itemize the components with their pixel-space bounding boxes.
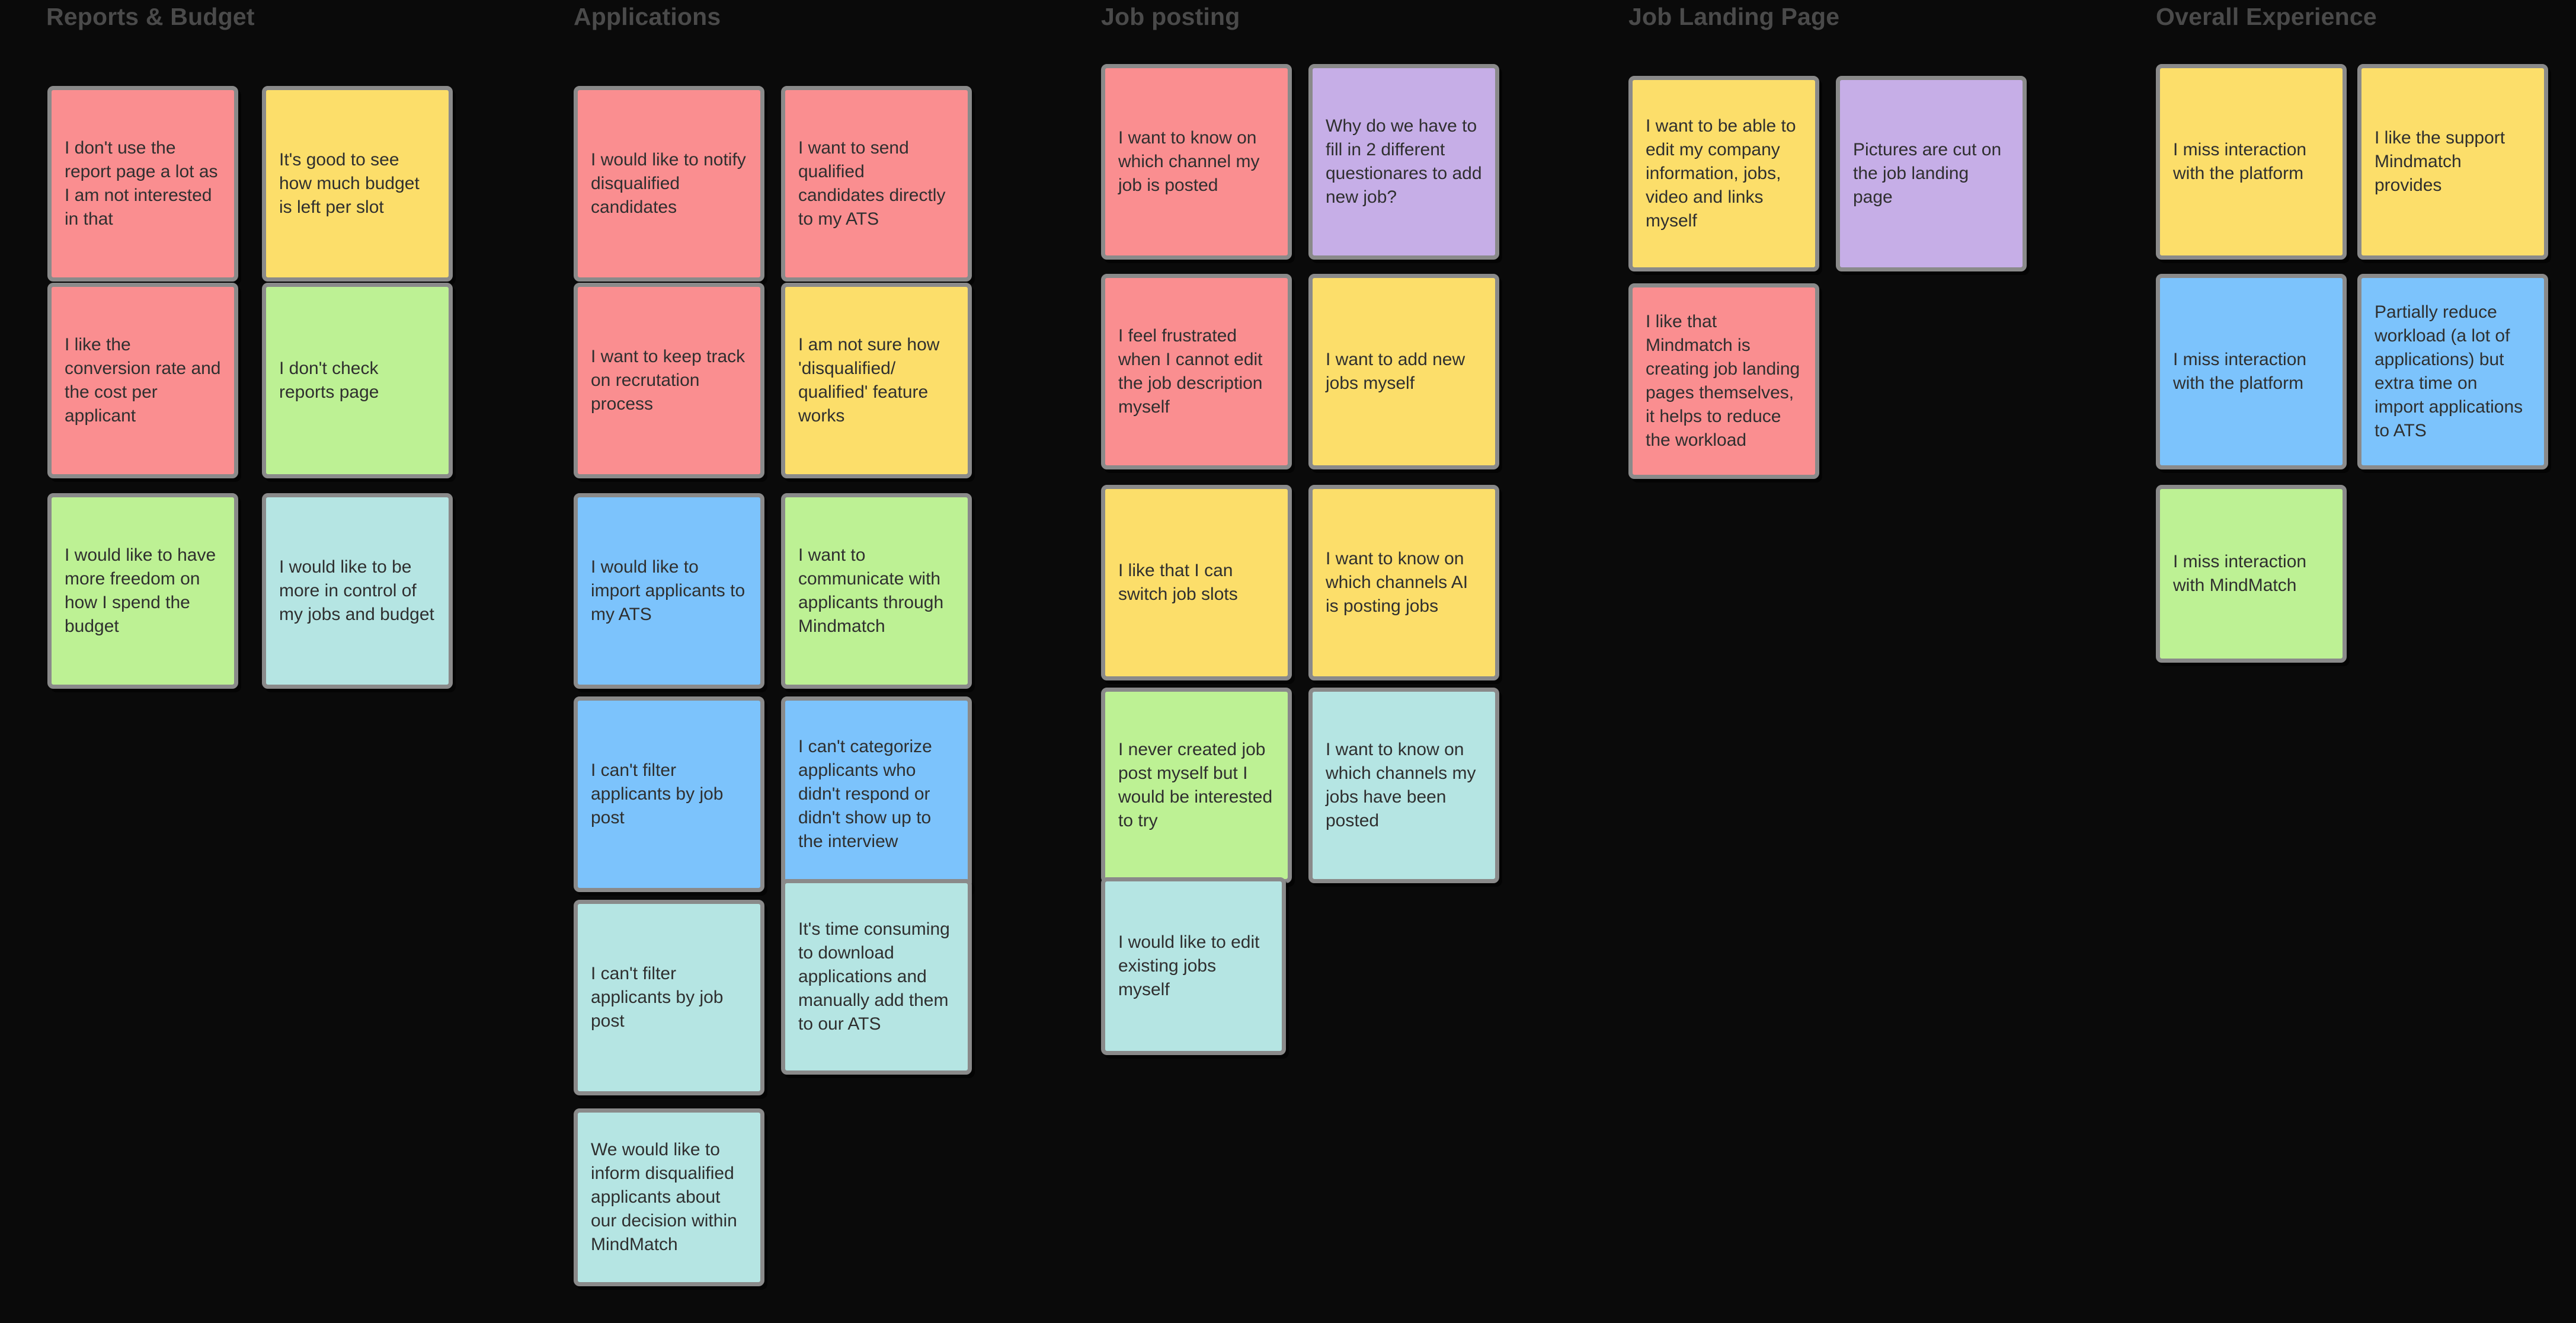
sticky-note-text: Pictures are cut on the job landing page xyxy=(1853,140,2002,207)
sticky-note[interactable]: I don't use the report page a lot as I a… xyxy=(47,86,238,282)
sticky-note-text: I want to be able to edit my company inf… xyxy=(1646,116,1796,231)
sticky-note-text: I want to keep track on recrutation proc… xyxy=(591,347,745,414)
sticky-note[interactable]: I would like to import applicants to my … xyxy=(574,493,764,689)
sticky-note-text: I feel frustrated when I cannot edit the… xyxy=(1118,326,1263,417)
sticky-note[interactable]: I want to know on which channels my jobs… xyxy=(1308,688,1499,883)
sticky-note[interactable]: I would like to notify disqualified cand… xyxy=(574,86,764,282)
sticky-note-text: I don't use the report page a lot as I a… xyxy=(65,138,218,229)
sticky-note-text: I want to know on which channels AI is p… xyxy=(1326,549,1468,616)
sticky-note[interactable]: I want to be able to edit my company inf… xyxy=(1628,76,1819,271)
sticky-note-text: I like that Mindmatch is creating job la… xyxy=(1646,312,1800,450)
sticky-note-text: I miss interaction with MindMatch xyxy=(2173,552,2307,595)
sticky-note-text: I would like to edit existing jobs mysel… xyxy=(1118,932,1260,999)
sticky-note[interactable]: I miss interaction with the platform xyxy=(2156,274,2347,469)
sticky-note[interactable]: I like that Mindmatch is creating job la… xyxy=(1628,283,1819,479)
sticky-note-text: I would like to be more in control of my… xyxy=(279,557,434,624)
column-heading-1: Applications xyxy=(574,3,721,30)
sticky-note-text: I miss interaction with the platform xyxy=(2173,350,2307,393)
sticky-note[interactable]: I would like to have more freedom on how… xyxy=(47,493,238,689)
sticky-note[interactable]: I can't filter applicants by job post xyxy=(574,696,764,892)
sticky-note-text: I can't categorize applicants who didn't… xyxy=(798,737,932,851)
column-heading-3: Job Landing Page xyxy=(1628,3,1840,30)
sticky-note-text: I am not sure how 'disqualified/ qualifi… xyxy=(798,335,940,426)
sticky-note[interactable]: I like that I can switch job slots xyxy=(1101,485,1292,680)
sticky-note-text: Why do we have to fill in 2 different qu… xyxy=(1326,116,1482,207)
sticky-note[interactable]: I like the support Mindmatch provides xyxy=(2357,64,2548,260)
sticky-note-text: It's good to see how much budget is left… xyxy=(279,150,420,217)
sticky-note[interactable]: I would like to edit existing jobs mysel… xyxy=(1101,877,1286,1055)
sticky-note[interactable]: I can't filter applicants by job post xyxy=(574,900,764,1095)
sticky-note-text: I like the conversion rate and the cost … xyxy=(65,335,221,426)
sticky-note-text: I want to communicate with applicants th… xyxy=(798,545,944,636)
sticky-note-text: It's time consuming to download applicat… xyxy=(798,919,950,1034)
sticky-note-text: I never created job post myself but I wo… xyxy=(1118,740,1273,830)
sticky-note[interactable]: I like the conversion rate and the cost … xyxy=(47,283,238,478)
sticky-note[interactable]: I want to know on which channel my job i… xyxy=(1101,64,1292,260)
sticky-note[interactable]: I would like to be more in control of my… xyxy=(262,493,453,689)
sticky-note[interactable]: It's time consuming to download applicat… xyxy=(781,879,972,1075)
sticky-note[interactable]: I can't categorize applicants who didn't… xyxy=(781,696,972,892)
sticky-note-text: I want to know on which channels my jobs… xyxy=(1326,740,1476,830)
sticky-note-text: I can't filter applicants by job post xyxy=(591,760,724,827)
column-heading-4: Overall Experience xyxy=(2156,3,2377,30)
sticky-note-text: I would like to import applicants to my … xyxy=(591,557,745,624)
sticky-note-text: We would like to inform disqualified app… xyxy=(591,1140,737,1254)
sticky-note-text: I want to know on which channel my job i… xyxy=(1118,128,1260,195)
sticky-note[interactable]: I never created job post myself but I wo… xyxy=(1101,688,1292,883)
sticky-note[interactable]: I miss interaction with the platform xyxy=(2156,64,2347,260)
sticky-note[interactable]: I want to keep track on recrutation proc… xyxy=(574,283,764,478)
sticky-note-text: I can't filter applicants by job post xyxy=(591,964,724,1031)
sticky-note[interactable]: I am not sure how 'disqualified/ qualifi… xyxy=(781,283,972,478)
affinity-board: Reports & Budget Applications Job posting J… xyxy=(0,0,2576,1323)
sticky-note[interactable]: I feel frustrated when I cannot edit the… xyxy=(1101,274,1292,469)
sticky-note[interactable]: I miss interaction with MindMatch xyxy=(2156,485,2347,663)
sticky-note[interactable]: I want to send qualified candidates dire… xyxy=(781,86,972,282)
sticky-note[interactable]: I want to know on which channels AI is p… xyxy=(1308,485,1499,680)
sticky-note-text: I want to send qualified candidates dire… xyxy=(798,138,946,229)
column-heading-2: Job posting xyxy=(1101,3,1240,30)
sticky-note[interactable]: I want to add new jobs myself xyxy=(1308,274,1499,469)
sticky-note[interactable]: Partially reduce workload (a lot of appl… xyxy=(2357,274,2548,469)
sticky-note-text: I like that I can switch job slots xyxy=(1118,561,1238,604)
sticky-note-text: Partially reduce workload (a lot of appl… xyxy=(2375,302,2523,440)
column-heading-0: Reports & Budget xyxy=(46,3,255,30)
sticky-note-text: I don't check reports page xyxy=(279,359,379,402)
sticky-note-text: I would like to have more freedom on how… xyxy=(65,545,216,636)
sticky-note[interactable]: Pictures are cut on the job landing page xyxy=(1836,76,2027,271)
sticky-note[interactable]: We would like to inform disqualified app… xyxy=(574,1108,764,1286)
sticky-note-text: I miss interaction with the platform xyxy=(2173,140,2307,183)
sticky-note-text: I would like to notify disqualified cand… xyxy=(591,150,746,217)
sticky-note[interactable]: I want to communicate with applicants th… xyxy=(781,493,972,689)
sticky-note[interactable]: It's good to see how much budget is left… xyxy=(262,86,453,282)
sticky-note[interactable]: Why do we have to fill in 2 different qu… xyxy=(1308,64,1499,260)
sticky-note[interactable]: I don't check reports page xyxy=(262,283,453,478)
sticky-note-text: I want to add new jobs myself xyxy=(1326,350,1465,393)
sticky-note-text: I like the support Mindmatch provides xyxy=(2375,128,2505,195)
